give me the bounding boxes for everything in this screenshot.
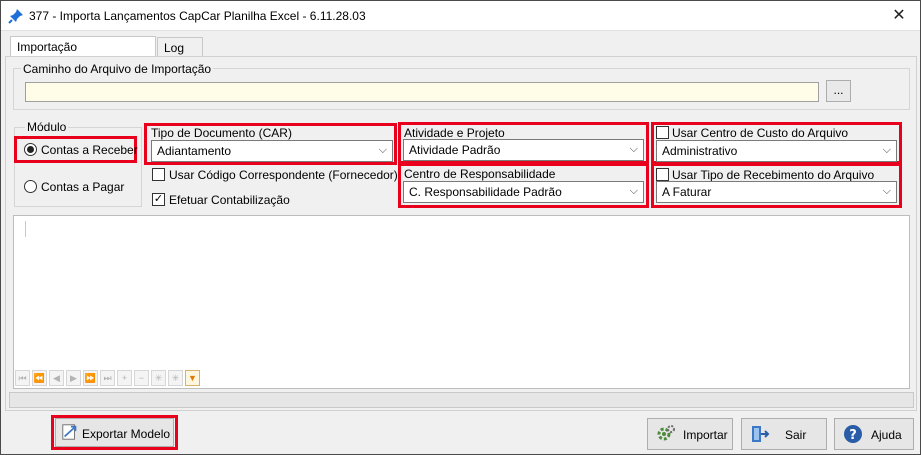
plus-icon: + xyxy=(121,373,128,383)
activity-value: Atividade Padrão xyxy=(409,143,501,157)
import-button[interactable]: Importar xyxy=(647,418,733,450)
asterisk-icon: ✳ xyxy=(154,373,163,383)
use-cost-center-label: Usar Centro de Custo do Arquivo xyxy=(672,126,849,140)
contas-pagar-label: Contas a Pagar xyxy=(41,180,125,194)
exit-door-icon xyxy=(752,426,770,442)
import-file-path-input[interactable] xyxy=(25,82,819,102)
use-receipt-type-checkbox[interactable] xyxy=(656,168,669,181)
contas-receber-radio[interactable] xyxy=(24,143,37,156)
refresh-record-button[interactable]: ✳ xyxy=(168,370,183,386)
doc-type-select[interactable]: Adiantamento ⌵ xyxy=(151,140,393,162)
delete-record-button[interactable]: − xyxy=(134,370,149,386)
import-file-group-label: Caminho do Arquivo de Importação xyxy=(21,62,214,76)
activity-select[interactable]: Atividade Padrão ⌵ xyxy=(403,139,644,161)
use-cost-center-checkbox[interactable] xyxy=(656,126,669,139)
close-button[interactable]: ✕ xyxy=(884,3,914,29)
last-icon: ⏭ xyxy=(103,373,112,383)
chevron-down-icon: ⌵ xyxy=(378,144,387,156)
pin-icon xyxy=(8,9,23,24)
responsibility-select[interactable]: C. Responsabilidade Padrão ⌵ xyxy=(403,181,644,203)
use-receipt-type-label: Usar Tipo de Recebimento do Arquivo xyxy=(672,168,875,182)
contas-receber-label: Contas a Receber xyxy=(41,143,138,157)
prior-record-button[interactable]: ◀ xyxy=(49,370,64,386)
help-label: Ajuda xyxy=(871,428,902,442)
chevron-down-icon: ⌵ xyxy=(882,185,891,197)
cost-center-value: Administrativo xyxy=(662,144,738,158)
next-record-button[interactable]: ▶ xyxy=(66,370,81,386)
close-icon: ✕ xyxy=(892,7,906,24)
minus-icon: − xyxy=(138,373,145,383)
exit-label: Sair xyxy=(785,428,807,442)
browse-button[interactable]: ... xyxy=(826,80,851,102)
use-supplier-code-checkbox[interactable] xyxy=(152,168,165,181)
horizontal-scrollbar[interactable] xyxy=(9,392,914,408)
doc-type-value: Adiantamento xyxy=(157,144,232,158)
main-window: 377 - Importa Lançamentos CapCar Planilh… xyxy=(0,0,921,455)
chevron-down-icon: ⌵ xyxy=(629,185,638,197)
window-title: 377 - Importa Lançamentos CapCar Planilh… xyxy=(29,9,366,23)
export-icon xyxy=(62,424,77,440)
checkmark-icon: ✓ xyxy=(153,193,164,205)
responsibility-value: C. Responsabilidade Padrão xyxy=(409,185,562,199)
cost-center-select[interactable]: Administrativo ⌵ xyxy=(656,140,897,162)
contas-pagar-radio[interactable] xyxy=(24,180,37,193)
chevron-down-icon: ⌵ xyxy=(629,143,638,155)
log-grid[interactable]: ⏮ ⏪ ◀ ▶ ⏩ ⏭ + − ✳ ✳ ▼ xyxy=(13,215,910,389)
tab-label: Log xyxy=(164,41,185,55)
browse-label: ... xyxy=(833,83,844,97)
exit-button[interactable]: Sair xyxy=(741,418,827,450)
help-icon: ? xyxy=(844,425,862,443)
prior-page-icon: ⏪ xyxy=(33,373,46,383)
receipt-type-value: A Faturar xyxy=(662,185,712,199)
title-bar: 377 - Importa Lançamentos CapCar Planilh… xyxy=(1,1,920,31)
export-model-label: Exportar Modelo xyxy=(82,427,171,441)
prior-icon: ◀ xyxy=(53,373,60,383)
do-accounting-checkbox[interactable]: ✓ xyxy=(152,193,165,206)
next-page-icon: ⏩ xyxy=(84,373,97,383)
last-record-button[interactable]: ⏭ xyxy=(100,370,115,386)
chevron-down-icon: ⌵ xyxy=(882,144,891,156)
gear-icon xyxy=(657,425,675,441)
filter-button[interactable]: ▼ xyxy=(185,370,200,386)
tab-log[interactable]: Log xyxy=(157,37,203,56)
prior-page-button[interactable]: ⏪ xyxy=(32,370,47,386)
export-model-button[interactable]: Exportar Modelo xyxy=(55,418,174,447)
import-label: Importar xyxy=(683,428,728,442)
text-caret xyxy=(25,221,26,237)
doc-type-label: Tipo de Documento (CAR) xyxy=(151,126,292,140)
help-button[interactable]: ? Ajuda xyxy=(834,418,914,450)
tab-importacao[interactable]: Importação Lançamentos xyxy=(10,36,156,68)
receipt-type-select[interactable]: A Faturar ⌵ xyxy=(656,181,897,203)
first-icon: ⏮ xyxy=(18,373,27,383)
insert-record-button[interactable]: + xyxy=(117,370,132,386)
asterisk-icon: ✳ xyxy=(171,373,180,383)
next-icon: ▶ xyxy=(70,373,77,383)
first-record-button[interactable]: ⏮ xyxy=(15,370,30,386)
responsibility-label: Centro de Responsabilidade xyxy=(404,167,556,181)
module-group-label: Módulo xyxy=(25,120,69,134)
activity-label: Atividade e Projeto xyxy=(404,126,505,140)
svg-text:?: ? xyxy=(849,428,857,443)
do-accounting-label: Efetuar Contabilização xyxy=(169,193,290,207)
filter-icon: ▼ xyxy=(188,373,197,383)
edit-record-button[interactable]: ✳ xyxy=(151,370,166,386)
use-supplier-code-label: Usar Código Correspondente (Fornecedor) xyxy=(169,168,398,182)
next-page-button[interactable]: ⏩ xyxy=(83,370,98,386)
